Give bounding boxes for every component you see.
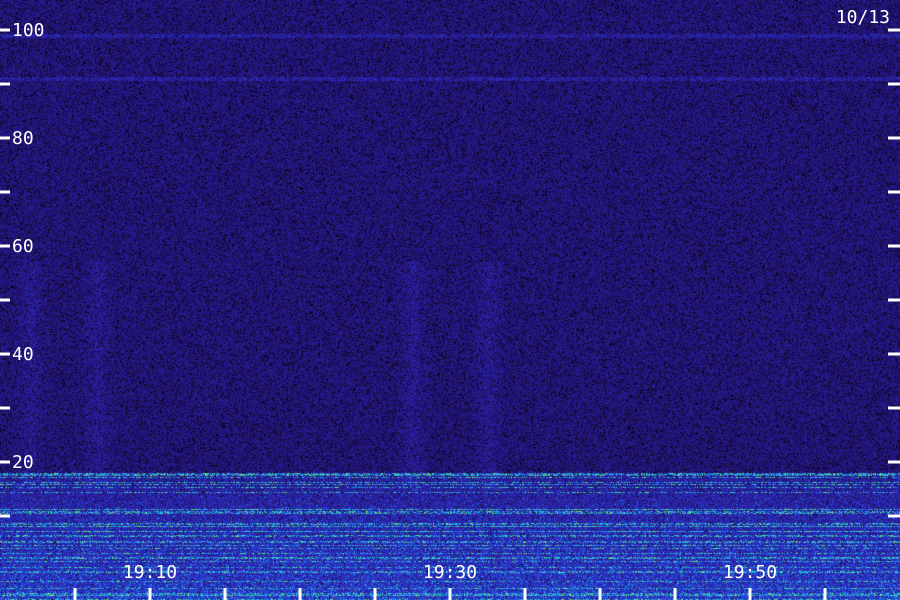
x-tick-label: 19:30 [423, 562, 477, 583]
y-axis-right [888, 28, 900, 518]
x-axis: 19:10 19:30 19:50 [73, 562, 827, 600]
y-axis-left: 20 40 60 80 100 [0, 20, 45, 518]
y-tick-label: 20 [12, 452, 34, 473]
chart-overlay: 20 40 60 80 100 19:10 19:30 19:50 10/13 [0, 7, 900, 600]
y-tick-label: 60 [12, 236, 34, 257]
x-tick-label: 19:50 [723, 562, 777, 583]
date-label: 10/13 [836, 7, 890, 28]
y-tick-label: 100 [12, 20, 45, 41]
y-tick-label: 80 [12, 128, 34, 149]
y-tick-label: 40 [12, 344, 34, 365]
x-tick-label: 19:10 [123, 562, 177, 583]
